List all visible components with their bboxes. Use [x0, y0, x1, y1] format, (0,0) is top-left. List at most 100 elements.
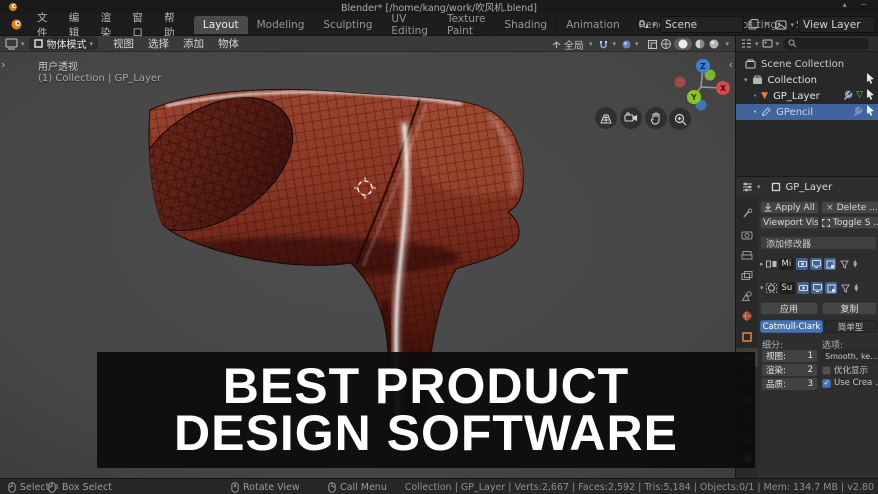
scene-selector[interactable]: Scene	[660, 16, 745, 33]
tab-world[interactable]	[736, 306, 758, 325]
editmode-toggle-icon[interactable]	[824, 258, 837, 270]
viewport-subdiv-field[interactable]: 视图: 1	[762, 350, 817, 362]
view-perspective-label: 用户透视	[38, 62, 78, 73]
menu-view[interactable]: 视图	[106, 36, 141, 51]
editor-type-icon[interactable]: ▾	[5, 38, 25, 50]
checkbox-checked: ✓	[822, 378, 831, 388]
snap-magnet-icon[interactable]: ▾	[598, 39, 616, 50]
view-layer-icon[interactable]: ▾	[775, 19, 794, 31]
pointer-icon[interactable]	[866, 89, 875, 100]
shading-material-icon[interactable]	[694, 38, 706, 50]
tab-scene[interactable]	[736, 286, 758, 305]
new-scene-icon[interactable]	[748, 19, 759, 30]
properties-editor-type-icon[interactable]: ▾	[741, 181, 761, 193]
show-overlays-icon[interactable]	[647, 39, 658, 50]
tab-sculpting[interactable]: Sculpting	[314, 15, 383, 34]
blender-menu-button[interactable]	[0, 18, 29, 31]
uv-smooth-dropdown[interactable]: Smooth, ke...	[822, 350, 878, 362]
cage-toggle-icon[interactable]	[838, 258, 850, 270]
editmode-toggle-icon[interactable]	[825, 282, 838, 294]
tab-texture-paint[interactable]: Texture Paint	[438, 9, 496, 40]
tab-object[interactable]	[736, 327, 758, 346]
tab-render[interactable]	[736, 225, 758, 244]
outliner-item-gp-layer[interactable]: • ▼ GP_Layer ▽	[736, 88, 878, 104]
viewport-vis-button[interactable]: Viewport Vis	[760, 216, 819, 229]
sidebar-expand-icon[interactable]: ‹	[729, 58, 733, 71]
menu-file[interactable]: 文件	[29, 10, 61, 40]
shading-wireframe-icon[interactable]	[660, 38, 672, 50]
menu-edit[interactable]: 编辑	[61, 10, 93, 40]
realtime-toggle-icon[interactable]	[811, 282, 824, 294]
use-creases-checkbox[interactable]: ✓ Use Crea...	[822, 378, 878, 388]
menu-select[interactable]: 选择	[141, 36, 176, 51]
scene-type-icon[interactable]: ▾	[638, 19, 656, 31]
simple-button[interactable]: 简单型	[824, 320, 877, 333]
tab-modeling[interactable]: Modeling	[248, 15, 315, 34]
outliner-display-mode-icon[interactable]: ▾	[740, 38, 759, 49]
tab-view-layer[interactable]	[736, 266, 758, 285]
expand-icon[interactable]: ▸	[760, 260, 764, 268]
cage-toggle-icon[interactable]	[839, 282, 851, 294]
menu-render[interactable]: 渲染	[93, 10, 125, 40]
modifier-name-field[interactable]: Mi	[778, 258, 795, 270]
quality-field[interactable]: 品质: 3	[762, 378, 817, 390]
pointer-icon[interactable]	[866, 73, 875, 84]
move-modifier-icons[interactable]: ▲ ▼	[853, 260, 857, 269]
outliner-item-collection[interactable]: ▾ Collection	[736, 72, 878, 88]
shading-rendered-icon[interactable]	[708, 38, 720, 50]
tab-output[interactable]	[736, 246, 758, 265]
move-modifier-icons[interactable]: ▲ ▼	[854, 284, 858, 293]
shading-dropdown-icon[interactable]: ▾	[725, 40, 729, 48]
modifier-wrench-icon	[844, 90, 853, 100]
unlink-scene-icon[interactable]: ×	[763, 19, 771, 30]
menu-window[interactable]: 窗口	[124, 10, 156, 40]
optimize-display-checkbox[interactable]: 优化显示	[822, 364, 868, 376]
hint-box-select: Box Select	[48, 479, 112, 494]
render-toggle-icon[interactable]	[796, 258, 809, 270]
tab-uv-editing[interactable]: UV Editing	[382, 9, 438, 40]
menu-object[interactable]: 物体	[211, 36, 246, 51]
delete-all-button[interactable]: × Delete...	[821, 201, 878, 214]
catmull-clark-button[interactable]: Catmull-Clark	[760, 320, 823, 333]
mode-dropdown[interactable]: 物体模式 ▾	[28, 37, 99, 51]
add-modifier-button[interactable]: 添加修改器	[760, 236, 877, 250]
proportional-editing-icon[interactable]: ▾	[621, 39, 638, 50]
mouse-left-icon	[8, 481, 16, 493]
shading-solid-icon[interactable]	[674, 38, 693, 50]
outliner-filter-icon[interactable]: ▾	[762, 38, 779, 49]
outliner-item-label: GPencil	[776, 106, 814, 118]
outliner-search-input[interactable]	[783, 37, 870, 50]
pointer-icon[interactable]	[866, 105, 875, 116]
toggle-stack-button[interactable]: Toggle S...	[821, 216, 878, 229]
collapse-icon[interactable]: ▾	[760, 284, 764, 292]
view-layer-selector[interactable]: View Layer	[798, 16, 876, 33]
modifier-row-mirror[interactable]: ▸ Mi ▲ ▼	[758, 256, 878, 272]
menu-help[interactable]: 帮助	[156, 10, 188, 40]
tab-shading[interactable]: Shading	[495, 15, 558, 34]
toolbar-expand-icon[interactable]: ›	[1, 58, 5, 71]
realtime-toggle-icon[interactable]	[810, 258, 823, 270]
render-subdiv-field[interactable]: 渲染: 2	[762, 364, 817, 376]
pan-view-button[interactable]	[645, 107, 667, 129]
viewport-header: ▾ 物体模式 ▾ 视图 选择 添加 物体 全局 ▾ ▾ ▾ ▾	[0, 36, 735, 52]
outliner-item-gpencil[interactable]: • GPencil	[736, 104, 878, 120]
camera-view-button[interactable]	[620, 107, 642, 129]
expand-icon[interactable]: ▾	[744, 76, 748, 84]
transform-orientation-dropdown[interactable]: 全局 ▾	[551, 37, 592, 52]
apply-button[interactable]: 应用	[760, 302, 818, 315]
orthographic-toggle-button[interactable]	[595, 107, 617, 129]
tab-layout[interactable]: Layout	[193, 15, 248, 34]
tab-tool[interactable]	[736, 204, 758, 223]
mesh-data-icon: ▽	[856, 89, 863, 100]
render-toggle-icon[interactable]	[797, 282, 810, 294]
window-controls[interactable]: ▴ ─	[843, 0, 872, 9]
hint-call-menu: Call Menu	[328, 479, 387, 494]
tab-animation[interactable]: Animation	[557, 15, 630, 34]
outliner-item-scene-collection[interactable]: Scene Collection	[736, 56, 878, 72]
zoom-view-button[interactable]	[669, 108, 691, 130]
modifier-row-subsurf[interactable]: ▾ Su ▲ ▼	[758, 280, 878, 296]
menu-add[interactable]: 添加	[176, 36, 211, 51]
copy-button[interactable]: 复制	[822, 302, 877, 315]
modifier-name-field[interactable]: Su	[778, 282, 796, 294]
apply-all-button[interactable]: Apply All	[760, 201, 819, 214]
